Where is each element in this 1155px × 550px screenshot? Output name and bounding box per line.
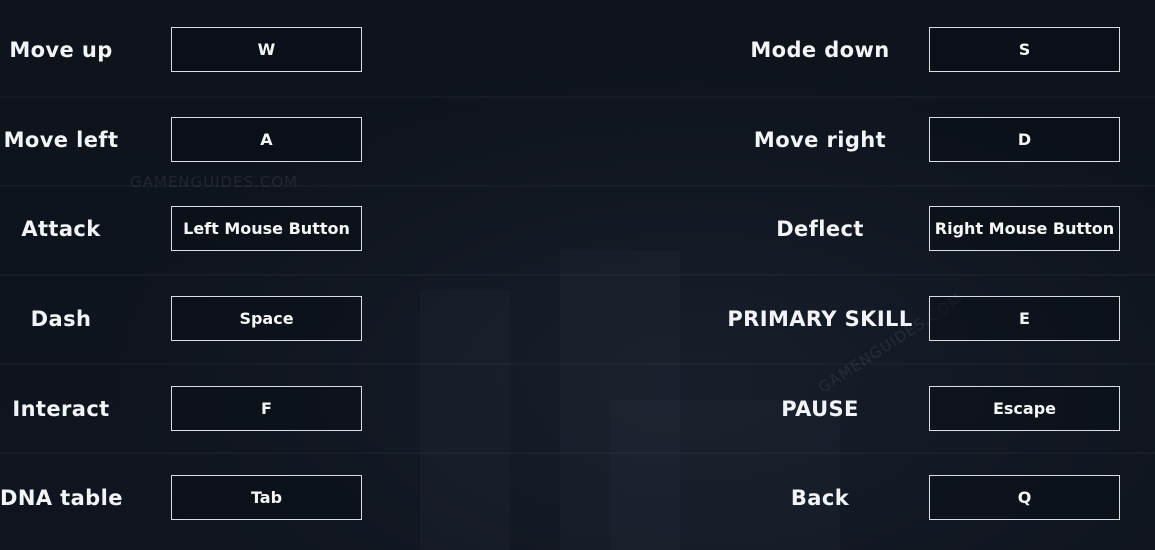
keybind-row-dash: Dash Space PRIMARY SKILL E [0,295,1155,343]
action-label-dash: Dash [30,307,92,331]
action-label-move-up: Move up [9,38,113,62]
key-button-dash[interactable]: Space [171,296,362,341]
action-label-deflect: Deflect [776,217,864,241]
row-divider [0,274,1155,276]
action-label-move-right: Move right [753,128,887,152]
row-divider [0,96,1155,98]
key-button-dna-table[interactable]: Tab [171,475,362,520]
action-label-interact: Interact [12,397,110,421]
key-button-mode-down[interactable]: S [929,27,1120,72]
keybind-row-interact: Interact F PAUSE Escape [0,385,1155,433]
key-button-interact[interactable]: F [171,386,362,431]
action-label-mode-down: Mode down [750,38,890,62]
keybind-row-dna-table: DNA table Tab Back Q [0,474,1155,522]
key-button-back[interactable]: Q [929,475,1120,520]
action-label-attack: Attack [21,217,101,241]
key-button-move-right[interactable]: D [929,117,1120,162]
watermark: GAMENGUIDES.COM [130,173,299,191]
action-label-dna-table: DNA table [0,486,123,510]
row-divider [0,363,1155,365]
key-button-deflect[interactable]: Right Mouse Button [929,206,1120,251]
action-label-move-left: Move left [3,128,119,152]
key-button-pause[interactable]: Escape [929,386,1120,431]
action-label-pause: PAUSE [781,397,859,421]
keybind-row-move-left: Move left A Move right D [0,116,1155,164]
action-label-back: Back [790,486,850,510]
key-button-move-left[interactable]: A [171,117,362,162]
keybind-row-attack: Attack Left Mouse Button Deflect Right M… [0,205,1155,253]
action-label-primary-skill: PRIMARY SKILL [727,307,913,331]
keybind-row-move-up: Move up W Mode down S [0,26,1155,74]
key-button-primary-skill[interactable]: E [929,296,1120,341]
row-divider [0,452,1155,454]
key-button-attack[interactable]: Left Mouse Button [171,206,362,251]
key-button-move-up[interactable]: W [171,27,362,72]
